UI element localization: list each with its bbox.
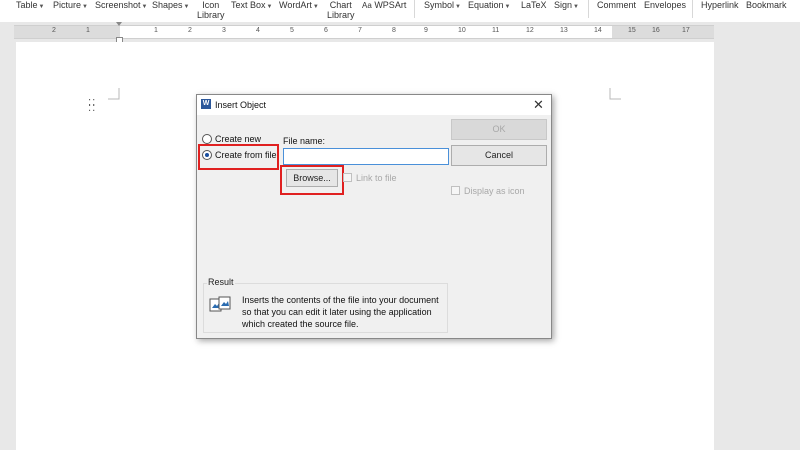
ruler-number: 1: [154, 27, 158, 34]
chart-library-button[interactable]: Chart Library: [327, 0, 355, 20]
ruler-number: 3: [222, 27, 226, 34]
cancel-button[interactable]: Cancel: [451, 145, 547, 166]
file-name-label: File name:: [283, 136, 326, 146]
ruler-number: 10: [458, 27, 466, 34]
link-to-file-checkbox[interactable]: [343, 173, 352, 182]
equation-button[interactable]: Equation▼: [468, 0, 510, 12]
ruler-number: 4: [256, 27, 260, 34]
ruler-number: 14: [594, 27, 602, 34]
wordart-button[interactable]: WordArt▼: [279, 0, 319, 12]
ruler-margin-left: [14, 26, 120, 38]
highlight-box: [280, 165, 344, 195]
ribbon-divider: [414, 0, 415, 18]
envelopes-button[interactable]: Envelopes: [644, 0, 686, 10]
ruler-number: 5: [290, 27, 294, 34]
embedded-object-icon: [209, 296, 231, 312]
ruler-number: 17: [682, 27, 690, 34]
dialog-title: Insert Object: [215, 100, 267, 110]
paragraph-drag-handle-icon[interactable]: ⁚⁚ ⁚⁚: [88, 99, 96, 114]
latex-button[interactable]: LaTeX: [521, 0, 547, 10]
first-line-indent-marker[interactable]: [116, 22, 122, 26]
dialog-titlebar[interactable]: W Insert Object ✕: [197, 95, 551, 115]
text-box-button[interactable]: Text Box▼: [231, 0, 272, 12]
table-button[interactable]: Table▼: [16, 0, 44, 12]
file-name-input[interactable]: [283, 148, 449, 165]
ribbon: Table▼ Picture▼ Screenshot▼ Shapes▼ Icon…: [0, 0, 800, 22]
ruler-number: 2: [188, 27, 192, 34]
ribbon-divider: [692, 0, 693, 18]
comment-button[interactable]: Comment: [597, 0, 636, 10]
ruler-number: 1: [86, 27, 90, 34]
link-to-file-label: Link to file: [356, 173, 397, 183]
insert-object-dialog: W Insert Object ✕ Create new Create from…: [196, 94, 552, 339]
bookmark-button[interactable]: Bookmark: [746, 0, 787, 10]
highlight-box: [198, 144, 279, 170]
screenshot-button[interactable]: Screenshot▼: [95, 0, 147, 12]
picture-button[interactable]: Picture▼: [53, 0, 88, 12]
result-label: Result: [207, 277, 235, 287]
symbol-button[interactable]: Symbol▼: [424, 0, 461, 12]
ruler-number: 9: [424, 27, 428, 34]
margin-corner-top-left: [108, 88, 120, 100]
ruler-number: 11: [492, 27, 500, 34]
close-icon[interactable]: ✕: [533, 97, 544, 113]
wpsart-icon: Aa: [362, 1, 372, 10]
icon-library-button[interactable]: Icon Library: [197, 0, 225, 20]
ruler-number: 8: [392, 27, 396, 34]
ribbon-divider: [588, 0, 589, 18]
ruler-number: 6: [324, 27, 328, 34]
ruler-number: 7: [358, 27, 362, 34]
ruler-number: 13: [560, 27, 568, 34]
ok-button[interactable]: OK: [451, 119, 547, 140]
create-new-radio[interactable]: [202, 134, 212, 144]
ruler-number: 12: [526, 27, 534, 34]
ruler-number: 16: [652, 27, 660, 34]
word-app-icon: W: [201, 99, 211, 109]
shapes-button[interactable]: Shapes▼: [152, 0, 189, 12]
ruler-number: 2: [52, 27, 56, 34]
margin-corner-top-right: [609, 88, 621, 100]
create-new-label[interactable]: Create new: [215, 134, 261, 144]
result-description: Inserts the contents of the file into yo…: [242, 295, 439, 329]
display-as-icon-label: Display as icon: [464, 186, 525, 196]
ruler-number: 15: [628, 27, 636, 34]
hyperlink-button[interactable]: Hyperlink: [701, 0, 739, 10]
wpsart-button[interactable]: Aa WPSArt: [362, 0, 406, 11]
display-as-icon-checkbox[interactable]: [451, 186, 460, 195]
sign-button[interactable]: Sign▼: [554, 0, 579, 12]
